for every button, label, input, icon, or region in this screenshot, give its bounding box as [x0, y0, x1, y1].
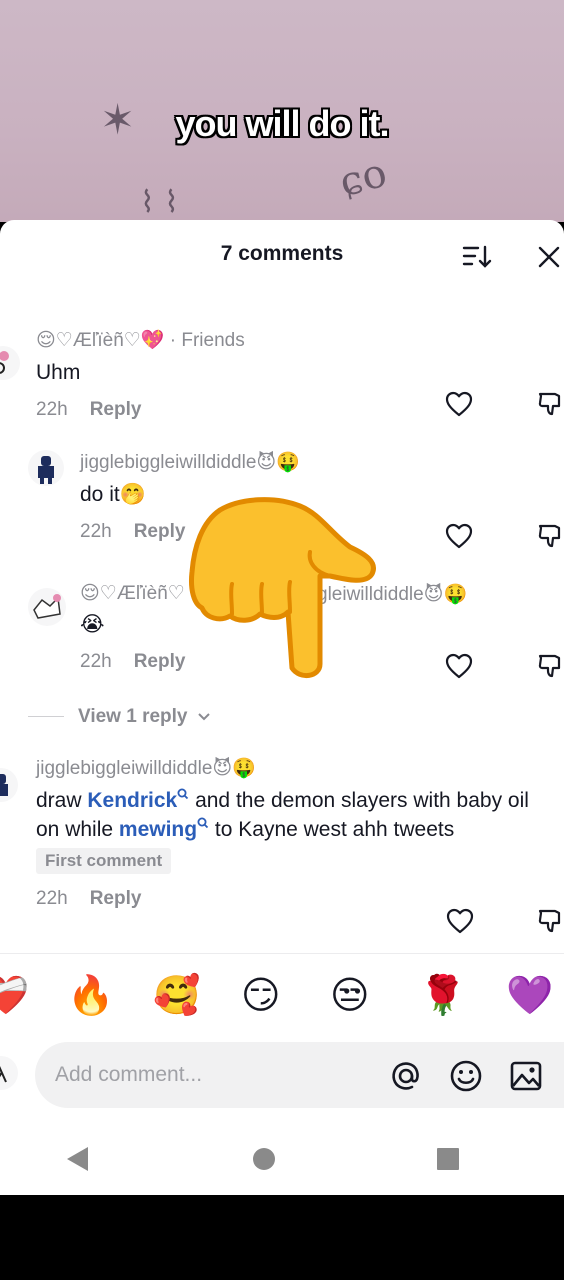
close-icon[interactable]	[537, 245, 561, 269]
comment-text: draw Kendrick and the demon slayers with…	[36, 786, 546, 844]
heart-outline-icon[interactable]	[445, 653, 473, 679]
handwritten-scribble: ɕo	[334, 149, 392, 207]
comment-username[interactable]: jigglebiggleiwilldiddle😈🤑	[36, 756, 546, 780]
emoji-option[interactable]: 🔥	[67, 972, 114, 1020]
emoji-option[interactable]: 😏	[241, 972, 281, 1020]
smiley-icon[interactable]	[449, 1059, 483, 1093]
search-link-kendrick[interactable]: Kendrick	[87, 788, 189, 812]
comment-username[interactable]: 😌♡Æľïèñ♡💖	[36, 330, 164, 351]
reply-button[interactable]: Reply	[134, 651, 186, 672]
heart-outline-icon[interactable]	[446, 908, 474, 934]
comment-composer[interactable]	[35, 1042, 564, 1108]
comment-text-part: draw	[36, 789, 88, 812]
divider-line	[28, 716, 64, 718]
user-avatar[interactable]	[0, 1056, 18, 1090]
emoji-option[interactable]: 🥰	[153, 972, 200, 1020]
comment-time: 22h	[80, 651, 112, 672]
comment-meta: 22h Reply	[36, 399, 436, 421]
emoji-quick-bar: ❤️‍🩹 🔥 🥰 😏 😒 🌹 💜	[0, 972, 564, 1022]
friends-tag: · Friends	[169, 330, 245, 351]
comment-text: do it🤭	[80, 483, 146, 506]
heart-outline-icon[interactable]	[445, 523, 473, 549]
avatar[interactable]	[28, 588, 66, 626]
first-comment-badge: First comment	[36, 848, 172, 874]
emoji-option[interactable]: 💜	[506, 972, 553, 1020]
comment-meta: 22h Reply	[36, 888, 546, 910]
search-icon	[177, 788, 189, 800]
avatar[interactable]	[0, 346, 20, 380]
comment-item: 😌♡Æľïèñ♡💖 · Friends Uhm 22h Reply	[36, 328, 436, 421]
search-link-mewing[interactable]: mewing	[119, 817, 209, 841]
emoji-option[interactable]: ❤️‍🩹	[0, 972, 29, 1020]
comment-meta: 22h Reply	[80, 521, 440, 543]
avatar[interactable]	[28, 450, 64, 486]
comment-username[interactable]: 😌♡Æľïèñ♡	[80, 582, 185, 605]
reply-button[interactable]: Reply	[90, 399, 142, 420]
comment-text: Uhm	[36, 361, 81, 384]
thumbs-down-icon[interactable]	[537, 390, 564, 418]
emoji-option[interactable]: 😒	[330, 972, 370, 1020]
thumbs-down-icon[interactable]	[537, 522, 564, 550]
thumbs-down-icon[interactable]	[537, 652, 564, 680]
bottom-letterbox	[0, 1195, 564, 1280]
reply-item: jigglebiggleiwilldiddle😈🤑 do it🤭 22h Repl…	[80, 450, 440, 543]
system-navigation-bar	[0, 1140, 564, 1195]
back-triangle-icon[interactable]	[66, 1146, 90, 1172]
reply-button[interactable]: Reply	[90, 888, 142, 909]
recents-square-icon[interactable]	[436, 1147, 460, 1171]
comment-item: jigglebiggleiwilldiddle😈🤑 draw Kendrick …	[36, 756, 546, 910]
video-background[interactable]: ✶ ɕo ⌇ ⌇ you will do it.	[0, 0, 564, 222]
emoji-option[interactable]: 🌹	[419, 972, 466, 1020]
reply-button[interactable]: Reply	[134, 521, 186, 542]
avatar[interactable]	[0, 768, 18, 802]
comments-sheet: 7 comments 😌♡Æľïèñ♡💖 · Friends Uhm 22h R…	[0, 220, 564, 1195]
heart-outline-icon[interactable]	[445, 391, 473, 417]
thumbs-down-icon[interactable]	[537, 907, 564, 935]
comments-header: 7 comments	[0, 220, 564, 290]
comment-time: 22h	[36, 399, 68, 420]
comment-time: 22h	[36, 888, 68, 909]
comment-username-continued[interactable]: gleiwilldiddle😈🤑	[317, 582, 467, 606]
home-circle-icon[interactable]	[252, 1147, 276, 1171]
view-replies-label: View 1 reply	[78, 706, 188, 727]
comment-time: 22h	[80, 521, 112, 542]
add-comment-input[interactable]	[55, 1042, 375, 1108]
comment-meta: 22h Reply	[80, 651, 500, 673]
search-icon	[197, 817, 209, 829]
image-icon[interactable]	[509, 1059, 543, 1093]
chevron-down-icon	[198, 713, 210, 721]
at-sign-icon[interactable]	[389, 1059, 423, 1093]
divider	[0, 953, 564, 954]
sort-icon[interactable]	[462, 244, 492, 270]
reply-item: 😌♡Æľïèñ♡ gleiwilldiddle😈🤑 😭 22h Reply	[80, 582, 500, 673]
view-replies-button[interactable]: View 1 reply	[28, 706, 211, 728]
comment-text: 😭	[80, 613, 105, 636]
comment-username[interactable]: jigglebiggleiwilldiddle😈🤑	[80, 450, 440, 474]
comment-text-part: to Kayne west ahh tweets	[209, 818, 455, 841]
video-caption: you will do it.	[175, 103, 390, 144]
handwritten-scribble: ⌇ ⌇	[140, 185, 179, 220]
